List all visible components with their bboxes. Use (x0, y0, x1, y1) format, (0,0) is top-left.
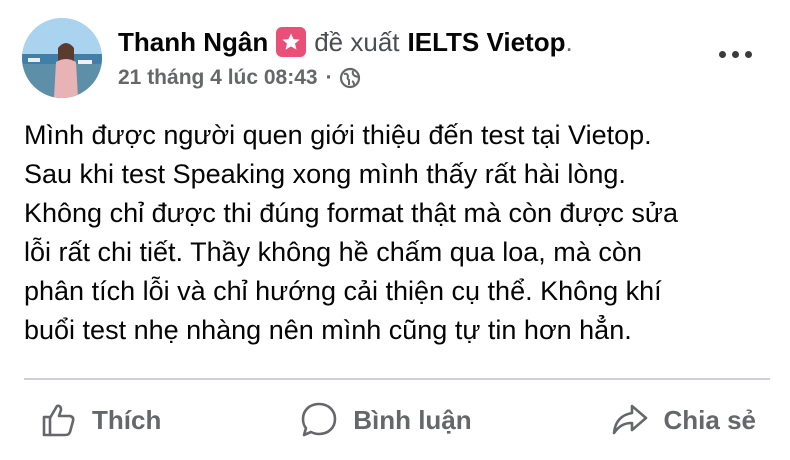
dot-3 (744, 50, 752, 58)
share-label: Chia sẻ (663, 404, 757, 435)
post-text-line: buổi test nhẹ nhàng nên mình cũng tự tin… (24, 315, 632, 345)
star-badge-icon (276, 27, 307, 57)
page-suffix: . (565, 27, 573, 57)
post-text-line: Không chỉ được thi đúng format thật mà c… (24, 198, 678, 228)
comment-button[interactable]: Bình luận (285, 392, 485, 448)
post-text-line: Sau khi test Speaking xong mình thấy rất… (24, 159, 626, 189)
post-meta: 21 tháng 4 lúc 08:43 · (118, 64, 361, 92)
post-text-line: phân tích lỗi và chỉ hướng cải thiện cụ … (24, 276, 662, 306)
recommendation-post: Thanh Ngân đề xuất IELTS Vietop . 21 thá… (0, 0, 790, 460)
avatar[interactable] (22, 18, 102, 98)
post-text: Mình được người quen giới thiệu đến test… (24, 116, 764, 350)
avatar-photo (22, 18, 102, 98)
post-text-line: Mình được người quen giới thiệu đến test… (24, 120, 652, 150)
meta-separator: · (325, 66, 333, 89)
like-button[interactable]: Thích (24, 392, 175, 448)
divider (24, 378, 770, 380)
comment-label: Bình luận (353, 404, 472, 435)
post-text-line: lỗi rất chi tiết. Thầy không hề chấm qua… (24, 237, 642, 267)
recommend-verb: đề xuất (314, 27, 400, 57)
page-name[interactable]: IELTS Vietop (408, 26, 566, 58)
comment-icon (301, 402, 337, 437)
dot-1 (718, 50, 726, 58)
like-label: Thích (92, 404, 162, 435)
timestamp[interactable]: 21 tháng 4 lúc 08:43 (118, 66, 318, 90)
thumbs-up-icon (42, 404, 75, 437)
action-bar: Thích Bình luận Chia sẻ (24, 392, 770, 448)
share-icon (612, 404, 647, 435)
post-header: Thanh Ngân đề xuất IELTS Vietop . (118, 26, 573, 58)
globe-icon[interactable] (339, 67, 361, 89)
share-button[interactable]: Chia sẻ (596, 392, 771, 448)
dot-2 (731, 50, 739, 58)
author-name[interactable]: Thanh Ngân (118, 26, 268, 58)
more-options-icon[interactable] (712, 44, 758, 64)
